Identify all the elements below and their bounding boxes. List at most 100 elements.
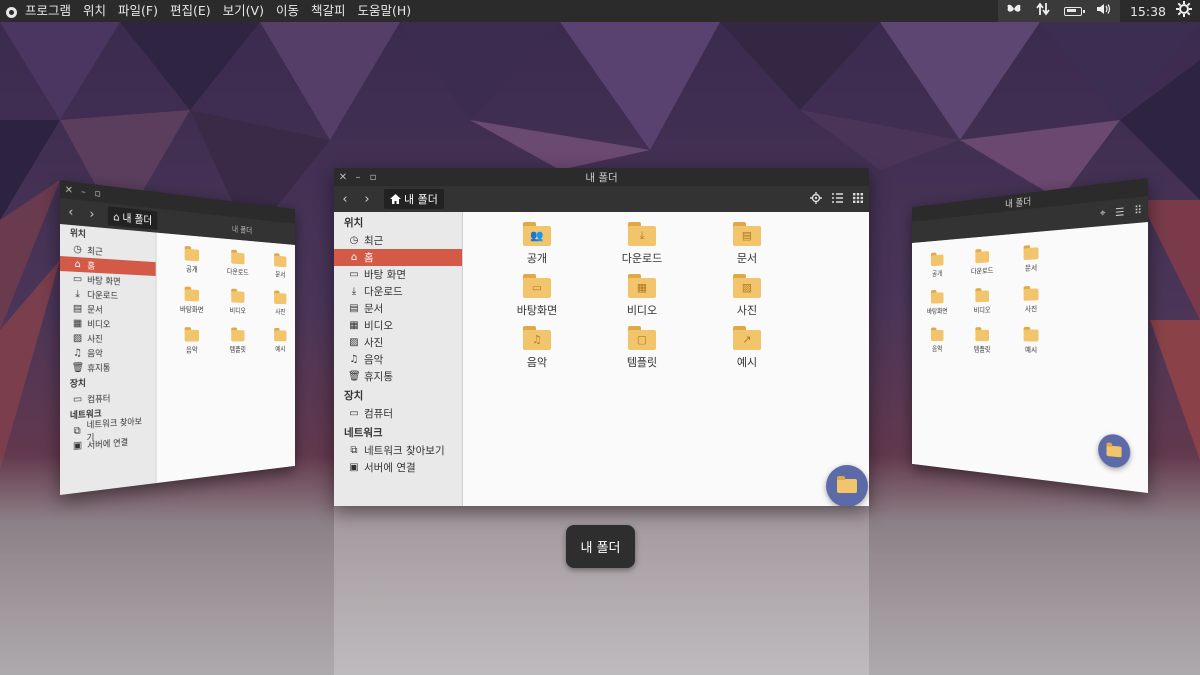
menu-help[interactable]: 도움말(H) [351, 0, 417, 22]
folder-item[interactable]: 사진 [1008, 285, 1056, 315]
folder-item[interactable]: 공개 [917, 251, 957, 280]
forward-button[interactable]: › [82, 206, 103, 223]
file-manager-window[interactable]: ✕ – ▫ 내 폴더 ‹ › 내 폴더 위치 ◷ 최근 ⌂ 홈 ▭ 바탕 화면 ⤓ 다운로드 ▤ 문… [334, 168, 869, 506]
sidebar-item[interactable]: ▦ 비디오 [334, 317, 462, 334]
video-icon: ▦ [73, 318, 83, 330]
folder-item[interactable]: ▭ 바탕화면 [503, 274, 571, 318]
sidebar-item[interactable]: ▣ 서버에 연결 [334, 459, 462, 476]
file-manager-window-left[interactable]: ✕ – ▫ ‹ › ⌂ 내 폴더 내 폴더 위치 ◷ 최근 ⌂ 홈 ▭ 바탕 화면 ⤓ 다운로드 ▤… [60, 180, 296, 495]
folder-label: 공개 [185, 264, 198, 274]
battery-icon[interactable] [1063, 6, 1085, 16]
view-tools [810, 186, 863, 212]
folder-label: 사진 [275, 308, 286, 316]
sidebar-item[interactable]: ▤ 문서 [334, 300, 462, 317]
menu-view[interactable]: 보기(V) [217, 0, 270, 22]
folder-item[interactable]: ⤓ 다운로드 [608, 222, 676, 266]
folder-item[interactable]: 비디오 [961, 287, 1005, 315]
menu-programs[interactable]: 프로그램 [19, 0, 77, 22]
folder-label: 사진 [1024, 304, 1038, 314]
breadcrumb[interactable]: 내 폴더 [384, 189, 444, 209]
folder-item[interactable]: 다운로드 [216, 248, 259, 278]
folder-icon [231, 327, 245, 342]
breadcrumb[interactable]: ⌂ 내 폴더 [107, 206, 158, 230]
power-gear-icon[interactable] [1176, 1, 1200, 21]
folder-item[interactable]: ▢ 템플릿 [608, 326, 676, 370]
sidebar-item[interactable]: ▨ 사진 [334, 334, 462, 351]
folder-item[interactable]: 바탕화면 [168, 286, 214, 315]
folder-item[interactable]: ♫ 음악 [503, 326, 571, 370]
folder-item[interactable]: 바탕화면 [917, 289, 957, 316]
close-icon[interactable]: ✕ [63, 184, 75, 196]
sidebar-item-label: 서버에 연결 [364, 462, 416, 474]
menu-file[interactable]: 파일(F) [112, 0, 164, 22]
folder-item[interactable]: 문서 [1008, 243, 1056, 274]
network-arrows-icon[interactable] [1036, 2, 1050, 20]
forward-button[interactable]: › [356, 192, 378, 207]
menu-go[interactable]: 이동 [270, 0, 305, 22]
menu-edit[interactable]: 편집(E) [164, 0, 217, 22]
sidebar-item[interactable]: ◷ 최근 [334, 232, 462, 249]
folder-icon: ↗ [733, 326, 761, 350]
folder-item[interactable]: 음악 [168, 327, 214, 355]
folder-item[interactable]: ▨ 사진 [713, 274, 781, 318]
maximize-icon[interactable]: ▫ [92, 187, 103, 199]
folder-label: 문서 [275, 270, 286, 279]
folder-item[interactable]: 다운로드 [961, 247, 1005, 277]
grid-view-icon[interactable] [853, 192, 863, 206]
volume-icon[interactable] [1096, 3, 1112, 19]
folder-item[interactable]: 템플릿 [216, 327, 259, 354]
sidebar-item[interactable]: ▭ 바탕 화면 [334, 266, 462, 283]
server-icon: ▣ [349, 462, 359, 473]
folder-item[interactable]: 템플릿 [961, 327, 1005, 355]
folder-item[interactable]: 👥 공개 [503, 222, 571, 266]
folder-icon [930, 327, 944, 341]
sidebar-item[interactable]: ▤ 문서 [60, 301, 156, 318]
list-view-icon[interactable]: ☰ [1115, 205, 1124, 219]
folder-item[interactable]: 예시 [260, 327, 295, 354]
folder-icon [930, 290, 944, 304]
window-title: 내 폴더 [585, 171, 618, 184]
folder-item[interactable]: 예시 [1008, 326, 1056, 356]
folder-view: 👥 공개 ⤓ 다운로드 ▤ 문서 ▭ 바탕화면 ▦ 비디오 ▨ 사진 ♫ 음악 ▢ 템플릿 ↗ 예시 [463, 212, 869, 506]
folder-item[interactable]: 공개 [168, 245, 214, 276]
sidebar-item-label: 사진 [364, 337, 384, 349]
open-folder-fab[interactable] [1098, 433, 1131, 470]
folder-item[interactable]: 음악 [917, 327, 957, 353]
folder-icon [975, 327, 989, 342]
folder-item[interactable]: 비디오 [216, 288, 259, 316]
sidebar-item[interactable]: ⧉ 네트워크 찾아보기 [334, 442, 462, 459]
folder-item[interactable]: ▦ 비디오 [608, 274, 676, 318]
sidebar-item[interactable]: ▨ 사진 [60, 331, 156, 346]
file-manager-window-right[interactable]: 내 폴더 ⌖ ☰ ⠿ 공개 다운로드 문서 바탕화면 비디오 사진 음악 템플릿 예시 [912, 178, 1148, 493]
sidebar-item[interactable]: ⤓ 다운로드 [334, 283, 462, 300]
sidebar-item[interactable]: ▭ 컴퓨터 [334, 405, 462, 422]
sidebar-item-label: 다운로드 [87, 291, 119, 302]
back-button[interactable]: ‹ [334, 192, 356, 207]
locate-icon[interactable] [810, 191, 822, 207]
menu-bookmarks[interactable]: 책갈피 [305, 0, 352, 22]
list-view-icon[interactable] [832, 192, 843, 206]
folder-item[interactable]: ▤ 문서 [713, 222, 781, 266]
view-tools: ⌖ ☰ ⠿ [1100, 197, 1142, 227]
right-workspace-preview[interactable]: 내 폴더 ⌖ ☰ ⠿ 공개 다운로드 문서 바탕화면 비디오 사진 음악 템플릿 예시 [858, 178, 1148, 493]
left-workspace-preview[interactable]: ✕ – ▫ ‹ › ⌂ 내 폴더 내 폴더 위치 ◷ 최근 ⌂ 홈 ▭ 바탕 화면 ⤓ 다운로드 ▤… [60, 180, 345, 495]
minimize-icon[interactable]: – [78, 186, 89, 198]
apps-menu-icon[interactable] [6, 6, 17, 18]
folder-item[interactable]: ↗ 예시 [713, 326, 781, 370]
menu-places[interactable]: 위치 [77, 0, 112, 22]
sidebar-item[interactable]: ♫ 음악 [334, 351, 462, 368]
grid-view-icon[interactable]: ⠿ [1134, 203, 1142, 217]
sidebar-item[interactable]: 🗑 휴지통 [334, 368, 462, 385]
folder-item[interactable]: 문서 [260, 252, 295, 280]
locate-icon[interactable]: ⌖ [1100, 206, 1106, 220]
folder-icon: ▤ [733, 222, 761, 246]
sidebar-item-label: 홈 [364, 252, 374, 264]
open-folder-fab[interactable] [826, 465, 868, 506]
clock[interactable]: 15:38 [1120, 4, 1176, 19]
butterfly-icon[interactable] [1006, 3, 1022, 19]
sidebar-item[interactable]: ▦ 비디오 [60, 316, 156, 331]
folder-label: 템플릿 [626, 356, 658, 369]
sidebar-item[interactable]: ⌂ 홈 [334, 249, 462, 266]
folder-item[interactable]: 사진 [260, 290, 295, 317]
back-button[interactable]: ‹ [60, 204, 82, 221]
